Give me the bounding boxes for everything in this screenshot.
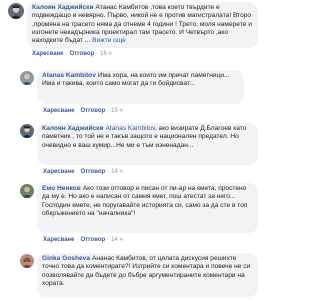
avatar[interactable]	[20, 254, 34, 268]
comment-author[interactable]: Калоян Хаджийски	[42, 125, 104, 132]
separator-dot: ·	[76, 169, 79, 175]
avatar[interactable]	[20, 124, 34, 138]
comment-reply: Калоян Хаджийски Atanas Kambitov, ако виз…	[20, 123, 258, 181]
comment-bubble: Калоян Хаджийски Atanas Kambitov, ако виз…	[37, 123, 258, 165]
avatar[interactable]	[20, 184, 34, 198]
comment-bubble: Калоян Хаджийски Атанас Камбитов ,това ко…	[27, 2, 258, 48]
reply-link[interactable]: Отговор	[81, 169, 106, 175]
comment-age[interactable]: 14 ч	[111, 237, 122, 243]
comment-age[interactable]: 16 ч	[100, 51, 111, 57]
like-link[interactable]: Харесване	[43, 169, 75, 175]
separator-dot: ·	[107, 108, 110, 114]
mentioned-user[interactable]: Atanas Kambitov	[106, 125, 155, 132]
comment-bubble: Емо Ненков Ако този отговор е писан от пи…	[37, 183, 258, 233]
separator-dot: ·	[65, 51, 68, 57]
separator-dot: ·	[76, 237, 79, 243]
separator-dot: ·	[96, 51, 99, 57]
comment-age[interactable]: 14 ч	[111, 169, 122, 175]
comment-author[interactable]: Калоян Хаджийски	[32, 4, 94, 11]
comment-author[interactable]: Емо Ненков	[42, 185, 81, 192]
see-more-link[interactable]: Вижте още	[92, 37, 126, 44]
comment-bubble: Ginka Gosheva Ананас Камбитов, от цялата …	[37, 253, 258, 297]
avatar[interactable]	[8, 3, 24, 19]
comment-bubble: Atanas Kambitov Има хора, на които им пре…	[37, 70, 244, 104]
comment: Калоян Хаджийски Атанас Камбитов ,това ко…	[8, 2, 258, 60]
comment-actions: Харесване · Отговор · 15 ч	[43, 107, 123, 115]
comment-age[interactable]: 15 ч	[111, 108, 122, 114]
avatar[interactable]	[20, 71, 34, 85]
like-link[interactable]: Харесване	[32, 51, 64, 57]
comment-author[interactable]: Atanas Kambitov	[42, 72, 96, 79]
reply-link[interactable]: Отговор	[81, 108, 106, 114]
comment-author[interactable]: Ginka Gosheva	[42, 255, 90, 262]
separator-dot: ·	[107, 237, 110, 243]
comment-reply: Емо Ненков Ако този отговор е писан от пи…	[20, 183, 258, 253]
separator-dot: ·	[76, 108, 79, 114]
reply-link[interactable]: Отговор	[81, 237, 106, 243]
like-link[interactable]: Харесване	[43, 108, 75, 114]
comment-actions: Харесване · Отговор · 16 ч	[32, 50, 112, 58]
comment-thread: Калоян Хаджийски Атанас Камбитов ,това ко…	[0, 0, 264, 300]
comment-reply: Atanas Kambitov Има хора, на които им пре…	[20, 70, 258, 120]
like-link[interactable]: Харесване	[43, 237, 75, 243]
comment-reply: Ginka Gosheva Ананас Камбитов, от цялата …	[20, 253, 258, 300]
separator-dot: ·	[107, 169, 110, 175]
comment-actions: Харесване · Отговор · 14 ч	[43, 168, 123, 176]
comment-actions: Харесване · Отговор · 14 ч	[43, 236, 123, 244]
reply-link[interactable]: Отговор	[70, 51, 95, 57]
